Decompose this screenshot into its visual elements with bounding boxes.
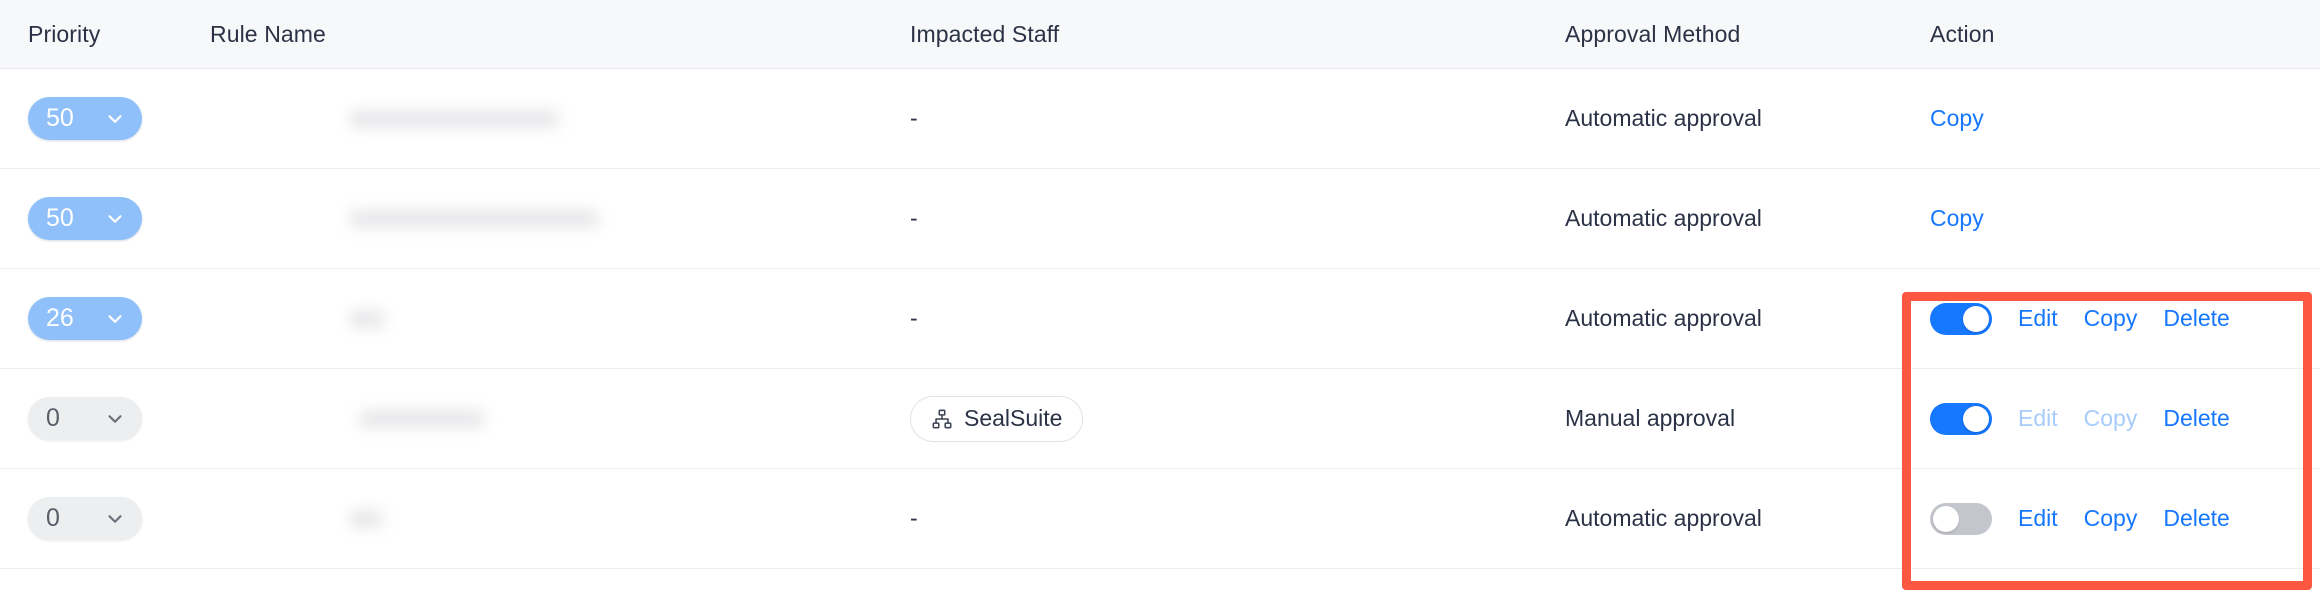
table-row: 26 - Automatic approval Edit Copy Delete: [0, 269, 2320, 369]
rule-name-cell: [210, 209, 910, 228]
delete-link[interactable]: Delete: [2163, 405, 2229, 432]
impacted-staff-value: -: [910, 305, 918, 331]
impacted-staff-cell: -: [910, 105, 1565, 132]
action-links: Copy: [1930, 205, 2320, 232]
rule-name-redacted: [360, 409, 484, 428]
approval-method-cell: Automatic approval: [1565, 105, 1930, 132]
approval-method-value: Automatic approval: [1565, 105, 1762, 131]
action-links: Edit Copy Delete: [1930, 302, 2320, 335]
priority-cell: 0: [0, 497, 210, 540]
priority-value: 50: [46, 104, 74, 132]
rule-enabled-toggle[interactable]: [1930, 302, 1992, 335]
action-links: Edit Copy Delete: [1930, 402, 2320, 435]
table-header-row: Priority Rule Name Impacted Staff Approv…: [0, 0, 2320, 69]
approval-method-cell: Automatic approval: [1565, 305, 1930, 332]
impacted-staff-cell: -: [910, 205, 1565, 232]
priority-cell: 0: [0, 397, 210, 440]
action-cell: Copy: [1930, 105, 2320, 132]
toggle-knob: [1933, 505, 1959, 532]
toggle-knob: [1963, 405, 1989, 432]
rule-name-redacted: [350, 209, 598, 228]
chevron-down-icon: [104, 308, 126, 330]
chevron-down-icon: [104, 408, 126, 430]
edit-link[interactable]: Edit: [2018, 505, 2058, 532]
priority-stepper[interactable]: 50: [28, 197, 142, 240]
priority-value: 50: [46, 204, 74, 232]
impacted-staff-value: -: [910, 105, 918, 131]
priority-stepper[interactable]: 0: [28, 397, 142, 440]
rule-name-cell: [210, 309, 910, 328]
copy-link[interactable]: Copy: [1930, 205, 1984, 232]
edit-link[interactable]: Edit: [2018, 305, 2058, 332]
priority-value: 0: [46, 404, 60, 432]
copy-link[interactable]: Copy: [2084, 305, 2138, 332]
column-header-priority: Priority: [28, 20, 101, 47]
priority-stepper[interactable]: 0: [28, 497, 142, 540]
column-header-approval-method: Approval Method: [1565, 20, 1741, 47]
rule-enabled-toggle[interactable]: [1930, 502, 1992, 535]
table-row: 50 - Automatic approval Copy: [0, 69, 2320, 169]
action-cell: Copy: [1930, 205, 2320, 232]
impacted-staff-cell: -: [910, 305, 1565, 332]
priority-cell: 50: [0, 97, 210, 140]
delete-link[interactable]: Delete: [2163, 305, 2229, 332]
copy-link: Copy: [2083, 405, 2138, 431]
delete-link[interactable]: Delete: [2163, 505, 2229, 532]
priority-value: 26: [46, 304, 74, 332]
priority-value: 0: [46, 504, 60, 532]
edit-link: Edit: [2018, 405, 2058, 431]
toggle-knob: [1963, 305, 1989, 332]
priority-stepper[interactable]: 50: [28, 97, 142, 140]
approval-method-value: Manual approval: [1565, 405, 1736, 431]
priority-stepper[interactable]: 26: [28, 297, 142, 340]
impacted-staff-value: SealSuite: [964, 405, 1063, 431]
rule-name-cell: [210, 109, 910, 128]
copy-link[interactable]: Copy: [2084, 505, 2138, 532]
column-header-rule-name: Rule Name: [210, 20, 326, 47]
action-cell: Edit Copy Delete: [1930, 402, 2320, 435]
action-cell: Edit Copy Delete: [1930, 302, 2320, 335]
chevron-down-icon: [104, 108, 126, 130]
org-chart-icon: [931, 408, 953, 430]
action-links: Copy: [1930, 105, 2320, 132]
column-header-impacted-staff: Impacted Staff: [910, 20, 1060, 47]
rule-name-cell: [210, 509, 910, 528]
approval-method-value: Automatic approval: [1565, 305, 1762, 331]
approval-method-value: Automatic approval: [1565, 505, 1762, 531]
table-row: 50 - Automatic approval Copy: [0, 169, 2320, 269]
table-row: 0 SealSuite Manual approval Edit Copy De…: [0, 369, 2320, 469]
rule-enabled-toggle[interactable]: [1930, 402, 1992, 435]
column-header-action: Action: [1930, 20, 1995, 47]
rule-name-redacted: [350, 309, 384, 328]
impacted-staff-cell: SealSuite: [910, 395, 1565, 442]
approval-method-cell: Automatic approval: [1565, 505, 1930, 532]
rule-name-redacted: [350, 509, 382, 528]
action-links: Edit Copy Delete: [1930, 502, 2320, 535]
impacted-staff-value: -: [910, 505, 918, 531]
action-cell: Edit Copy Delete: [1930, 502, 2320, 535]
copy-link[interactable]: Copy: [1930, 105, 1984, 132]
impacted-staff-tag: SealSuite: [910, 395, 1084, 442]
rule-name-redacted: [350, 109, 558, 128]
priority-cell: 26: [0, 297, 210, 340]
priority-cell: 50: [0, 197, 210, 240]
table-row: 0 - Automatic approval Edit Copy Delete: [0, 469, 2320, 569]
approval-method-value: Automatic approval: [1565, 205, 1762, 231]
approval-method-cell: Manual approval: [1565, 405, 1930, 432]
rule-name-cell: [210, 409, 910, 428]
chevron-down-icon: [104, 508, 126, 530]
impacted-staff-value: -: [910, 205, 918, 231]
chevron-down-icon: [104, 208, 126, 230]
rules-table: Priority Rule Name Impacted Staff Approv…: [0, 0, 2320, 590]
approval-method-cell: Automatic approval: [1565, 205, 1930, 232]
impacted-staff-cell: -: [910, 505, 1565, 532]
